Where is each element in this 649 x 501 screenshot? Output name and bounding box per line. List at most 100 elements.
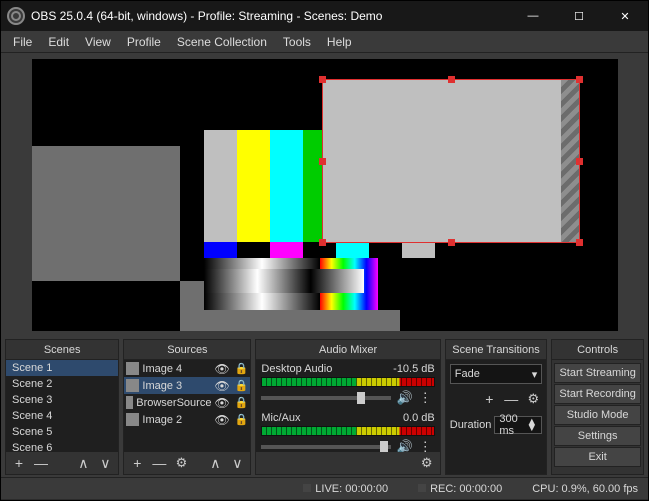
start-recording-button[interactable]: Start Recording bbox=[554, 384, 641, 404]
lock-icon[interactable]: 🔒 bbox=[235, 396, 249, 409]
source-item[interactable]: Image 3 👁 🔒 bbox=[124, 377, 250, 394]
channel-menu-icon[interactable]: ⋮ bbox=[419, 439, 435, 452]
resize-handle[interactable] bbox=[319, 158, 326, 165]
menu-tools[interactable]: Tools bbox=[275, 33, 319, 51]
transition-select[interactable]: Fade ▾ bbox=[450, 364, 543, 384]
resize-handle[interactable] bbox=[448, 239, 455, 246]
status-bar: LIVE: 00:00:00 REC: 00:00:00 CPU: 0.9%, … bbox=[1, 477, 648, 499]
duration-label: Duration bbox=[450, 419, 492, 431]
browser-icon bbox=[126, 396, 133, 409]
volume-slider[interactable] bbox=[261, 445, 390, 449]
scene-item[interactable]: Scene 2 bbox=[6, 376, 118, 392]
channel-menu-icon[interactable]: ⋮ bbox=[419, 390, 435, 406]
menu-view[interactable]: View bbox=[77, 33, 119, 51]
sources-list[interactable]: Image 4👁🔒 Image 3👁🔒 BrowserSource👁🔒 Imag… bbox=[124, 360, 250, 452]
source-label: Image 3 bbox=[142, 380, 182, 392]
source-image-4[interactable] bbox=[204, 269, 364, 293]
mixer-header: Audio Mixer bbox=[256, 340, 439, 360]
source-image-2[interactable] bbox=[32, 146, 180, 281]
app-icon bbox=[7, 7, 25, 25]
volume-meter bbox=[261, 377, 434, 387]
transition-value: Fade bbox=[455, 368, 480, 380]
lock-icon[interactable]: 🔒 bbox=[235, 362, 249, 375]
scene-item[interactable]: Scene 5 bbox=[6, 424, 118, 440]
lock-icon[interactable]: 🔒 bbox=[235, 379, 249, 392]
menu-scene-collection[interactable]: Scene Collection bbox=[169, 33, 275, 51]
mixer-channel-desktop: Desktop Audio-10.5 dB 🔊 ⋮ bbox=[256, 360, 439, 409]
close-button[interactable]: ✕ bbox=[602, 1, 648, 31]
volume-slider[interactable] bbox=[261, 396, 390, 400]
menu-help[interactable]: Help bbox=[319, 33, 360, 51]
add-scene-button[interactable]: + bbox=[10, 454, 28, 472]
scene-up-button[interactable]: ∧ bbox=[74, 454, 92, 472]
controls-panel: Controls Start Streaming Start Recording… bbox=[551, 339, 644, 475]
dock-area: Scenes Scene 1 Scene 2 Scene 3 Scene 4 S… bbox=[1, 337, 648, 477]
speaker-icon[interactable]: 🔊 bbox=[397, 439, 413, 452]
exit-button[interactable]: Exit bbox=[554, 447, 641, 467]
scenes-panel: Scenes Scene 1 Scene 2 Scene 3 Scene 4 S… bbox=[5, 339, 119, 475]
resize-handle[interactable] bbox=[576, 158, 583, 165]
resize-handle[interactable] bbox=[448, 76, 455, 83]
source-properties-button[interactable]: ⚙ bbox=[172, 454, 190, 472]
scene-down-button[interactable]: ∨ bbox=[96, 454, 114, 472]
start-streaming-button[interactable]: Start Streaming bbox=[554, 363, 641, 383]
transition-properties-button[interactable]: ⚙ bbox=[524, 390, 542, 408]
remove-source-button[interactable]: — bbox=[150, 454, 168, 472]
resize-handle[interactable] bbox=[319, 76, 326, 83]
image-icon bbox=[126, 362, 139, 375]
preview-canvas[interactable] bbox=[32, 59, 618, 331]
scene-item[interactable]: Scene 4 bbox=[6, 408, 118, 424]
source-item[interactable]: Image 4 👁 🔒 bbox=[124, 360, 250, 377]
remove-scene-button[interactable]: — bbox=[32, 454, 50, 472]
scene-item[interactable]: Scene 3 bbox=[6, 392, 118, 408]
visibility-icon[interactable]: 👁 bbox=[214, 379, 229, 393]
controls-header: Controls bbox=[552, 340, 643, 360]
mixer-settings-button[interactable]: ⚙ bbox=[418, 454, 436, 472]
source-down-button[interactable]: ∨ bbox=[228, 454, 246, 472]
duration-spinbox[interactable]: 300 ms ▲▼ bbox=[494, 416, 542, 434]
menu-edit[interactable]: Edit bbox=[40, 33, 77, 51]
source-label: Image 4 bbox=[142, 363, 182, 375]
source-item[interactable]: Image 2 👁 🔒 bbox=[124, 411, 250, 428]
remove-transition-button[interactable]: — bbox=[502, 390, 520, 408]
source-image-3-selected[interactable] bbox=[322, 79, 580, 243]
scenes-list[interactable]: Scene 1 Scene 2 Scene 3 Scene 4 Scene 5 … bbox=[6, 360, 118, 452]
resize-handle[interactable] bbox=[576, 76, 583, 83]
minimize-button[interactable]: — bbox=[510, 1, 556, 31]
transitions-header: Scene Transitions bbox=[446, 340, 547, 360]
scene-item[interactable]: Scene 6 bbox=[6, 440, 118, 452]
source-item[interactable]: BrowserSource👁 🔒 bbox=[124, 394, 250, 411]
lock-icon[interactable]: 🔒 bbox=[235, 413, 249, 426]
speaker-icon[interactable]: 🔊 bbox=[397, 390, 413, 406]
status-cpu: CPU: 0.9%, 60.00 fps bbox=[532, 483, 638, 495]
source-label: BrowserSource bbox=[136, 397, 211, 409]
add-source-button[interactable]: + bbox=[128, 454, 146, 472]
chevron-down-icon: ▾ bbox=[532, 368, 538, 381]
visibility-icon[interactable]: 👁 bbox=[214, 396, 229, 410]
channel-db: -10.5 dB bbox=[393, 363, 435, 375]
source-label: Image 2 bbox=[142, 414, 182, 426]
audio-mixer-panel: Audio Mixer Desktop Audio-10.5 dB 🔊 ⋮ Mi… bbox=[255, 339, 440, 475]
source-up-button[interactable]: ∧ bbox=[206, 454, 224, 472]
maximize-button[interactable]: ☐ bbox=[556, 1, 602, 31]
scene-item[interactable]: Scene 1 bbox=[6, 360, 118, 376]
spin-down-icon[interactable]: ▼ bbox=[526, 425, 537, 431]
settings-button[interactable]: Settings bbox=[554, 426, 641, 446]
volume-meter bbox=[261, 426, 434, 436]
status-rec: REC: 00:00:00 bbox=[418, 483, 502, 495]
sources-header: Sources bbox=[124, 340, 250, 360]
add-transition-button[interactable]: + bbox=[480, 390, 498, 408]
menu-file[interactable]: File bbox=[5, 33, 40, 51]
duration-value: 300 ms bbox=[499, 413, 526, 437]
image-icon bbox=[126, 413, 139, 426]
resize-handle[interactable] bbox=[319, 239, 326, 246]
channel-db: 0.0 dB bbox=[403, 412, 435, 424]
visibility-icon[interactable]: 👁 bbox=[214, 362, 229, 376]
menu-profile[interactable]: Profile bbox=[119, 33, 169, 51]
preview-area bbox=[1, 53, 648, 337]
menu-bar: File Edit View Profile Scene Collection … bbox=[1, 31, 648, 53]
visibility-icon[interactable]: 👁 bbox=[214, 413, 229, 427]
status-live: LIVE: 00:00:00 bbox=[303, 483, 388, 495]
resize-handle[interactable] bbox=[576, 239, 583, 246]
studio-mode-button[interactable]: Studio Mode bbox=[554, 405, 641, 425]
